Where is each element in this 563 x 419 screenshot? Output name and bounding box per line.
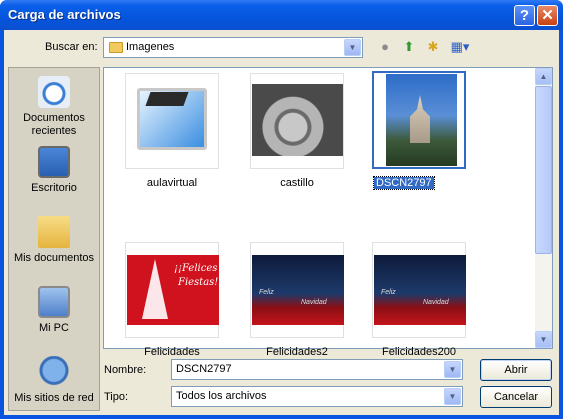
chevron-down-icon[interactable]: ▼ <box>444 388 461 405</box>
file-name: aulavirtual <box>146 177 198 189</box>
up-folder-icon[interactable]: ⬆ <box>400 38 418 56</box>
sand-castle-image <box>252 84 343 156</box>
back-icon[interactable]: ● <box>376 38 394 56</box>
desktop-icon <box>38 146 70 178</box>
lookin-dropdown[interactable]: Imagenes ▼ <box>103 37 363 58</box>
thumbnail-frame <box>372 71 466 169</box>
close-button[interactable]: ✕ <box>537 5 558 26</box>
view-menu-icon[interactable]: ▦▾ <box>448 38 472 56</box>
place-label: Escritorio <box>31 182 77 194</box>
thumbnail-frame: ¡¡Felices Fiestas!! <box>125 242 223 338</box>
my-computer-icon <box>38 286 70 318</box>
cancel-button[interactable]: Cancelar <box>480 386 552 408</box>
lookin-value: Imagenes <box>126 41 175 53</box>
card-text-line2: Navidad <box>301 299 327 306</box>
chevron-down-icon[interactable]: ▼ <box>444 361 461 378</box>
card-text-line1: Feliz <box>259 289 274 296</box>
scrollbar-thumb[interactable] <box>535 86 552 254</box>
place-recent[interactable]: Documentos recientes <box>9 76 99 138</box>
scroll-up-icon[interactable]: ▲ <box>535 68 552 85</box>
window-title: Carga de archivos <box>8 7 121 22</box>
network-places-icon <box>38 356 70 388</box>
card-text-line1: Feliz <box>381 289 396 296</box>
place-label: Mi PC <box>39 322 69 334</box>
filename-label: Nombre: <box>104 364 147 376</box>
thumbnail-frame: Feliz Navidad <box>250 242 344 338</box>
title-bar[interactable]: Carga de archivos ? ✕ <box>0 0 563 30</box>
file-name: Felicidades <box>144 346 200 358</box>
place-label: recientes <box>31 125 77 137</box>
place-my-documents[interactable]: Mis documentos <box>9 216 99 265</box>
card-text-line2: Navidad <box>423 299 449 306</box>
file-list[interactable]: aulavirtual castillo DSCN2797 ¡¡Felices … <box>103 67 553 358</box>
card-greeting-line1: ¡¡Felices <box>174 263 218 274</box>
dialog-body: Buscar en: Imagenes ▼ ● ⬆ ✱ ▦▾ Documento… <box>4 30 559 415</box>
file-name: castillo <box>280 177 314 189</box>
thumbnail-frame: Feliz Navidad <box>372 242 466 338</box>
card-greeting-line2: Fiestas!! <box>178 277 223 288</box>
lookin-label: Buscar en: <box>45 41 98 53</box>
place-label: Mis sitios de red <box>14 392 94 404</box>
file-name: Felicidades2 <box>266 346 328 358</box>
thumbnail-frame <box>250 73 344 169</box>
chevron-down-icon[interactable]: ▼ <box>344 39 361 56</box>
file-name-selected: DSCN2797 <box>373 176 435 190</box>
filename-input[interactable]: DSCN2797 ▼ <box>171 359 463 380</box>
filetype-value: Todos los archivos <box>176 390 267 402</box>
thumbnail-frame <box>125 73 219 169</box>
folder-icon <box>109 42 123 53</box>
place-desktop[interactable]: Escritorio <box>9 146 99 195</box>
new-folder-icon[interactable]: ✱ <box>424 38 442 56</box>
filetype-select[interactable]: Todos los archivos ▼ <box>171 386 463 407</box>
open-button[interactable]: Abrir <box>480 359 552 381</box>
filename-value: DSCN2797 <box>176 363 232 375</box>
file-dialog-window: Carga de archivos ? ✕ Buscar en: Imagene… <box>0 0 563 419</box>
help-button[interactable]: ? <box>514 5 535 26</box>
place-label: Documentos <box>23 112 85 124</box>
place-network[interactable]: Mis sitios de red <box>9 356 99 405</box>
graduation-cap-icon <box>145 92 189 106</box>
scroll-down-icon[interactable]: ▼ <box>535 331 552 348</box>
recent-documents-icon <box>38 76 70 108</box>
file-name: Felicidades200 <box>382 346 456 358</box>
filetype-label: Tipo: <box>104 391 129 403</box>
my-documents-icon <box>38 216 70 248</box>
vertical-scrollbar[interactable]: ▲ ▼ <box>535 68 552 348</box>
place-my-computer[interactable]: Mi PC <box>9 286 99 335</box>
place-label: Mis documentos <box>13 252 95 264</box>
places-bar: Documentos recientes Escritorio Mis docu… <box>8 67 100 411</box>
